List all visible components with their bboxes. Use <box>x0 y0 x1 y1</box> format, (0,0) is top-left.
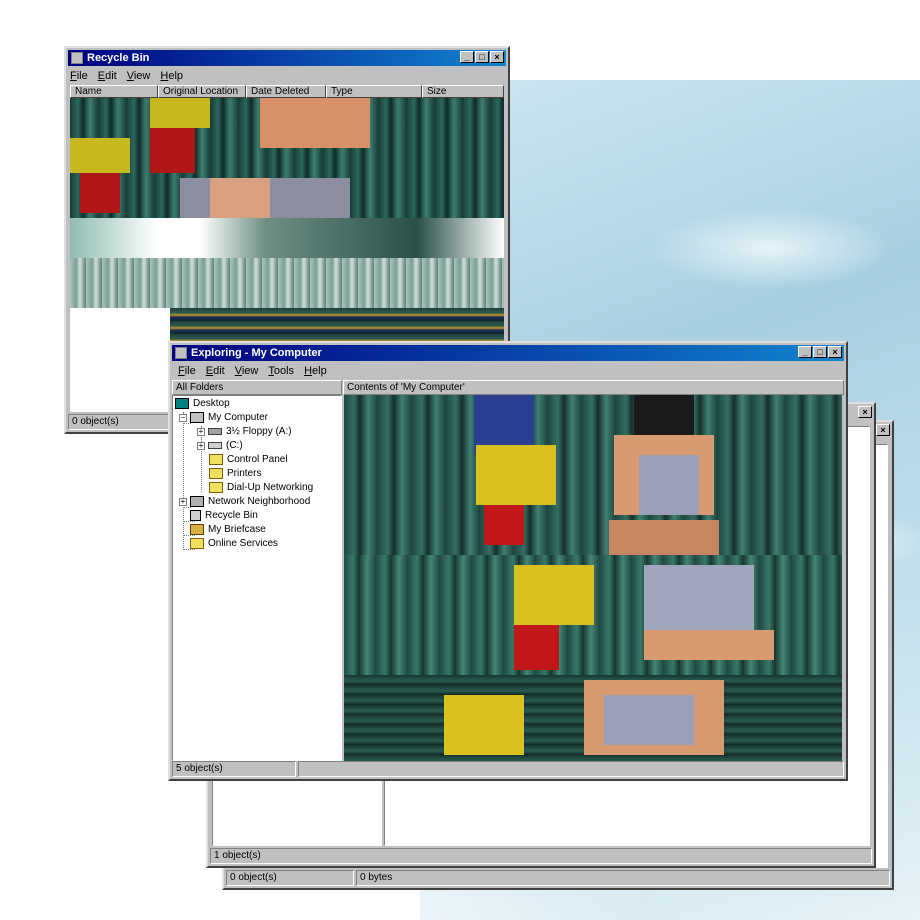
expand-icon[interactable]: + <box>197 427 205 436</box>
close-icon[interactable]: × <box>858 406 872 418</box>
computer-icon <box>190 412 204 423</box>
status-bar: 1 object(s) <box>210 848 872 864</box>
status-bar: 5 object(s) <box>172 761 844 777</box>
maximize-icon[interactable]: □ <box>475 51 489 63</box>
window-title: Exploring - My Computer <box>191 347 322 359</box>
menu-view[interactable]: View <box>127 70 151 82</box>
menu-file[interactable]: File <box>70 70 88 82</box>
tree-item-printers[interactable]: Printers <box>209 468 261 479</box>
tree-item-desktop[interactable]: Desktop <box>175 398 230 409</box>
folder-icon <box>209 468 223 479</box>
floppy-drive-icon <box>208 428 222 435</box>
menu-view[interactable]: View <box>235 365 259 377</box>
menu-help[interactable]: Help <box>304 365 327 377</box>
tree-item-network[interactable]: + Network Neighborhood <box>179 496 310 507</box>
recycle-bin-icon <box>190 510 201 521</box>
close-icon[interactable]: × <box>876 424 890 436</box>
tree-label: Printers <box>227 468 262 479</box>
column-original-location[interactable]: Original Location <box>158 85 246 98</box>
menu-help[interactable]: Help <box>160 70 183 82</box>
menu-bar: File Edit View Help <box>70 68 183 84</box>
tree-label: My Computer <box>208 412 269 423</box>
folder-icon <box>209 454 223 465</box>
tree-label: Network Neighborhood <box>208 496 311 507</box>
title-bar[interactable]: Exploring - My Computer _ □ × <box>172 345 844 361</box>
maximize-icon[interactable]: □ <box>813 346 827 358</box>
minimize-icon[interactable]: _ <box>798 346 812 358</box>
column-type[interactable]: Type <box>326 85 422 98</box>
tree-label: Desktop <box>193 398 230 409</box>
recycle-bin-icon <box>71 52 83 64</box>
glitched-photo-contents <box>344 395 842 761</box>
menu-tools[interactable]: Tools <box>268 365 294 377</box>
tree-label: My Briefcase <box>208 524 266 535</box>
tree-label: Online Services <box>208 538 279 549</box>
collapse-icon[interactable]: − <box>179 413 187 422</box>
status-extra <box>298 761 844 777</box>
menu-edit[interactable]: Edit <box>206 365 225 377</box>
tree-label: Control Panel <box>227 454 288 465</box>
column-size[interactable]: Size <box>422 85 504 98</box>
tree-item-briefcase[interactable]: My Briefcase <box>190 524 266 535</box>
tree-item-dialup[interactable]: Dial-Up Networking <box>209 482 313 493</box>
tree-label: (C:) <box>226 440 243 451</box>
tree-item-my-computer[interactable]: − My Computer <box>179 412 268 423</box>
tree-item-floppy[interactable]: + 3½ Floppy (A:) <box>197 426 292 437</box>
menu-bar: File Edit View Tools Help <box>178 363 327 379</box>
folder-icon <box>209 482 223 493</box>
menu-edit[interactable]: Edit <box>98 70 117 82</box>
explorer-icon <box>175 347 187 359</box>
folder-icon <box>190 538 204 549</box>
column-date-deleted[interactable]: Date Deleted <box>246 85 326 98</box>
folder-tree: Desktop − My Computer + 3½ Floppy (A:) +… <box>172 395 342 761</box>
status-bar: 0 object(s) 0 bytes <box>226 870 890 886</box>
status-objects: 5 object(s) <box>172 761 296 777</box>
expand-icon[interactable]: + <box>197 441 205 450</box>
minimize-icon[interactable]: _ <box>460 51 474 63</box>
title-bar[interactable]: Recycle Bin _ □ × <box>68 50 506 66</box>
network-icon <box>190 496 204 507</box>
column-headers: Name Original Location Date Deleted Type… <box>70 85 504 98</box>
column-name[interactable]: Name <box>70 85 158 98</box>
status-objects: 0 object(s) <box>226 870 354 886</box>
desktop-icon <box>175 398 189 409</box>
close-icon[interactable]: × <box>490 51 504 63</box>
tree-label: Dial-Up Networking <box>227 482 314 493</box>
tree-item-c-drive[interactable]: + (C:) <box>197 440 243 451</box>
tree-item-online-services[interactable]: Online Services <box>190 538 278 549</box>
status-objects: 1 object(s) <box>210 848 872 864</box>
window-title: Recycle Bin <box>87 52 150 64</box>
explorer-window: Exploring - My Computer _ □ × File Edit … <box>168 341 848 781</box>
tree-label: Recycle Bin <box>205 510 258 521</box>
hard-drive-icon <box>208 442 222 449</box>
menu-file[interactable]: File <box>178 365 196 377</box>
all-folders-header: All Folders <box>172 380 342 395</box>
expand-icon[interactable]: + <box>179 497 187 506</box>
tree-item-control-panel[interactable]: Control Panel <box>209 454 288 465</box>
close-icon[interactable]: × <box>828 346 842 358</box>
tree-label: 3½ Floppy (A:) <box>226 426 292 437</box>
briefcase-icon <box>190 524 204 535</box>
status-bytes: 0 bytes <box>356 870 890 886</box>
tree-item-recycle-bin[interactable]: Recycle Bin <box>190 510 258 521</box>
contents-header: Contents of 'My Computer' <box>343 380 844 395</box>
